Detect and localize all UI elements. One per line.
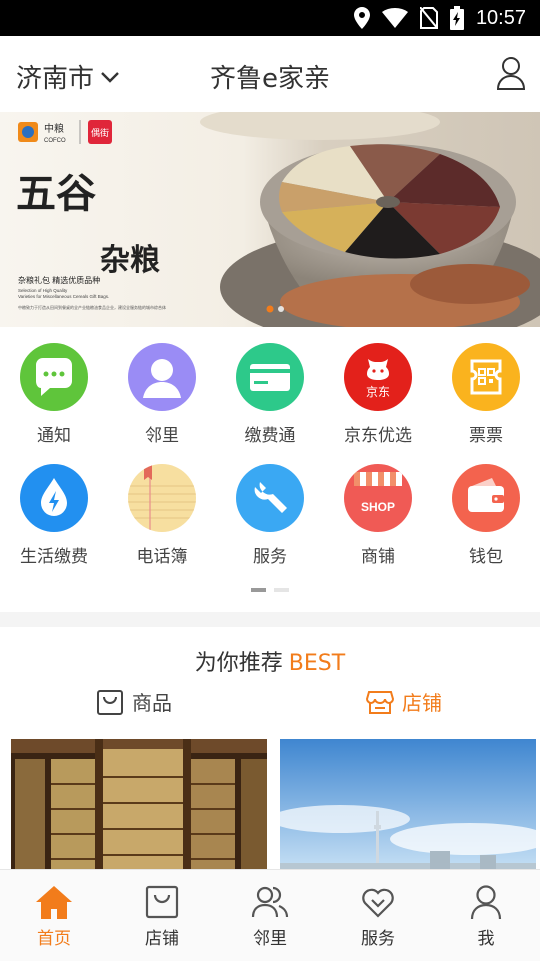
- bottom-tab-bar: 首页 店铺 邻里 服务 我: [0, 869, 540, 961]
- promo-banner[interactable]: 中粮 COFCO 偶街 五谷 杂粮 杂粮礼包 精选优质品种 Selection …: [0, 112, 540, 327]
- recommend-title-text: 为你推荐: [194, 651, 283, 676]
- tab-label: 我: [477, 929, 495, 949]
- grid-item-tickets[interactable]: 票票: [432, 327, 540, 447]
- tab-label: 邻里: [253, 929, 287, 949]
- banner-dot-active: [266, 305, 274, 313]
- tab-stores[interactable]: 店铺: [366, 687, 442, 716]
- recommend-title: 为你推荐 BEST: [0, 645, 540, 677]
- tab-label: 服务: [361, 929, 395, 949]
- grid-item-payment[interactable]: 缴费通: [216, 327, 324, 447]
- shop-icon: SHOP: [344, 464, 412, 532]
- wifi-icon: [381, 8, 408, 28]
- store-icon: [366, 690, 394, 714]
- grid-label: 电话簿: [136, 547, 188, 567]
- tab-stores-label: 店铺: [402, 691, 442, 715]
- city-selector[interactable]: 济南市: [16, 58, 120, 95]
- home-icon: [36, 886, 72, 919]
- banner-subline-2: Varieties for Miscellaneous Cereals Gift…: [18, 294, 109, 299]
- grid-item-shop[interactable]: SHOP 商铺: [324, 448, 432, 568]
- grid-item-jd[interactable]: 京东 京东优选: [324, 327, 432, 447]
- grid-label: 通知: [37, 426, 71, 446]
- grid-item-phonebook[interactable]: 电话簿: [108, 448, 216, 568]
- tab-me[interactable]: 我: [432, 870, 540, 961]
- grid-item-service[interactable]: 服务: [216, 448, 324, 568]
- city-skyline-photo: [280, 739, 536, 879]
- grid-page-indicator: [0, 588, 540, 592]
- tab-store[interactable]: 店铺: [108, 870, 216, 961]
- grid-label: 生活缴费: [20, 547, 88, 567]
- banner-headline-1: 五谷: [16, 170, 96, 217]
- no-sim-icon: [419, 7, 438, 29]
- grid-label: 商铺: [361, 547, 395, 567]
- page-dot: [274, 588, 289, 592]
- tab-goods-label: 商品: [132, 691, 172, 715]
- battery-charging-icon: [449, 6, 464, 30]
- tab-label: 首页: [37, 929, 71, 949]
- tab-goods[interactable]: 商品: [96, 687, 172, 716]
- grid-item-utilities[interactable]: 生活缴费: [0, 448, 108, 568]
- notebook-icon: [128, 464, 196, 532]
- user-icon: [470, 885, 502, 920]
- chevron-down-icon: [101, 71, 119, 83]
- ticket-icon: [452, 343, 520, 411]
- banner-headline-2: 杂粮: [100, 243, 160, 278]
- person-icon: [128, 343, 196, 411]
- grid-label: 京东优选: [344, 426, 412, 446]
- banner-fine-print: 中粮致力于打造从田间到餐桌的全产业链粮油食品企业，建设全服务链的城市综合体: [18, 304, 166, 310]
- grid-label: 缴费通: [244, 426, 296, 446]
- bag-icon: [145, 885, 179, 919]
- brand-cofco-cn: 中粮: [44, 122, 64, 135]
- recommend-title-accent: BEST: [288, 651, 346, 676]
- user-icon[interactable]: [496, 56, 526, 90]
- status-icons: 10:57: [353, 5, 526, 31]
- tab-label: 店铺: [145, 929, 179, 949]
- tab-home[interactable]: 首页: [0, 870, 108, 961]
- grid-label: 钱包: [469, 547, 503, 567]
- store-card[interactable]: [11, 739, 267, 879]
- brand-oujie: 偶街: [91, 127, 109, 138]
- banner-art: 中粮 COFCO 偶街 五谷 杂粮 杂粮礼包 精选优质品种 Selection …: [0, 112, 540, 327]
- jd-dog-icon: 京东: [344, 343, 412, 411]
- location-icon: [353, 7, 370, 29]
- tab-service[interactable]: 服务: [324, 870, 432, 961]
- status-bar: 10:57: [0, 0, 540, 36]
- grid-label: 服务: [253, 547, 287, 567]
- feature-grid: 通知 邻里 缴费通 京东 京东优选 票票 生活缴费 电话簿 服务 SHOP 商铺…: [0, 327, 540, 612]
- heart-icon: [362, 888, 394, 918]
- wrench-icon: [236, 464, 304, 532]
- card-icon: [236, 343, 304, 411]
- grid-item-notice[interactable]: 通知: [0, 327, 108, 447]
- banner-tagline: 杂粮礼包 精选优质品种: [18, 275, 100, 285]
- banner-dot: [278, 306, 284, 312]
- grid-item-wallet[interactable]: 钱包: [432, 448, 540, 568]
- app-header: 济南市 齐鲁e家亲: [0, 36, 540, 112]
- store-card[interactable]: [280, 739, 536, 879]
- wallet-icon: [452, 464, 520, 532]
- grid-label: 邻里: [145, 426, 179, 446]
- recommend-section: 为你推荐 BEST 商品 店铺: [0, 627, 540, 879]
- status-time: 10:57: [475, 6, 526, 29]
- water-bolt-icon: [20, 464, 88, 532]
- grid-label: 票票: [469, 426, 503, 446]
- bag-icon: [97, 689, 123, 715]
- brand-cofco-en: COFCO: [44, 138, 66, 144]
- banner-subline-1: Selection of High Quality: [18, 288, 68, 293]
- svg-text:京东: 京东: [366, 385, 390, 399]
- grid-item-neighbor[interactable]: 邻里: [108, 327, 216, 447]
- library-bookshelf-photo: [11, 739, 267, 879]
- tab-neighbors[interactable]: 邻里: [216, 870, 324, 961]
- page-dot-active: [251, 588, 266, 592]
- people-icon: [251, 886, 289, 918]
- city-label: 济南市: [16, 64, 95, 94]
- svg-text:SHOP: SHOP: [361, 500, 395, 514]
- chat-bubble-icon: [20, 343, 88, 411]
